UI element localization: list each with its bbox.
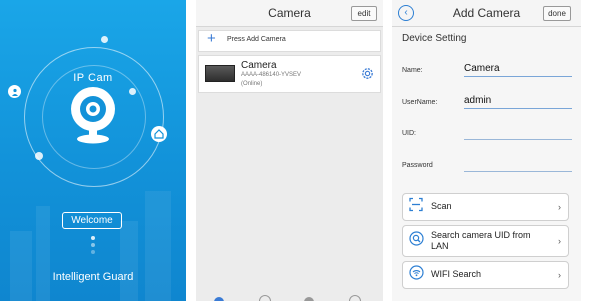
orbit-dot bbox=[129, 88, 136, 95]
lan-search-label: Search camera UID from LAN bbox=[431, 230, 531, 251]
city-building bbox=[145, 191, 171, 301]
uid-label: UID: bbox=[402, 130, 416, 137]
top-bar: ‹ Add Camera done bbox=[392, 0, 581, 27]
page-indicator-dot bbox=[91, 243, 95, 247]
tab-photo-icon[interactable] bbox=[259, 295, 271, 301]
city-building bbox=[120, 221, 138, 301]
camera-list-item[interactable]: Camera AAAA-486140-YVSEV (Online) bbox=[198, 55, 381, 93]
camera-list-screen: Camera edit + Press Add Camera Camera AA… bbox=[196, 0, 383, 301]
add-camera-screen: ‹ Add Camera done Device Setting Name: C… bbox=[392, 0, 581, 301]
orbit-dot bbox=[35, 152, 43, 160]
tab-camera-icon[interactable] bbox=[214, 297, 224, 301]
app-label: IP Cam bbox=[73, 72, 113, 84]
home-orbit-icon bbox=[151, 126, 167, 142]
wifi-icon bbox=[409, 265, 424, 285]
password-label: Password bbox=[402, 162, 433, 169]
bottom-tab-bar bbox=[196, 295, 383, 301]
splash-screen: IP Cam Welcome Intelligent Guard bbox=[0, 0, 186, 301]
scan-icon bbox=[409, 197, 423, 217]
name-label: Name: bbox=[402, 67, 423, 74]
camera-thumbnail bbox=[205, 65, 235, 82]
ip-camera-icon bbox=[64, 84, 122, 146]
welcome-button[interactable]: Welcome bbox=[62, 212, 122, 229]
lan-search-button[interactable]: Search camera UID from LAN › bbox=[402, 225, 569, 257]
orbit-dot bbox=[101, 36, 108, 43]
edit-button[interactable]: edit bbox=[351, 6, 377, 21]
add-camera-row[interactable]: + Press Add Camera bbox=[198, 30, 381, 52]
add-camera-label: Press Add Camera bbox=[227, 36, 286, 43]
uid-field[interactable] bbox=[464, 126, 572, 140]
city-building bbox=[36, 206, 50, 301]
camera-uid: AAAA-486140-YVSEV bbox=[241, 72, 302, 78]
camera-name: Camera bbox=[241, 60, 277, 71]
chevron-right-icon: › bbox=[558, 270, 561, 280]
chevron-right-icon: › bbox=[558, 202, 561, 212]
person-orbit-icon bbox=[8, 85, 21, 98]
tagline: Intelligent Guard bbox=[52, 271, 134, 283]
password-field[interactable] bbox=[464, 158, 572, 172]
username-label: UserName: bbox=[402, 99, 438, 106]
name-field[interactable]: Camera bbox=[464, 63, 572, 77]
city-building bbox=[10, 231, 32, 301]
done-button[interactable]: done bbox=[543, 6, 571, 21]
wifi-search-button[interactable]: WIFI Search › bbox=[402, 261, 569, 289]
scan-button[interactable]: Scan › bbox=[402, 193, 569, 221]
username-field[interactable]: admin bbox=[464, 95, 572, 109]
search-icon bbox=[409, 231, 424, 251]
gear-icon[interactable] bbox=[360, 66, 375, 86]
tab-info-icon[interactable] bbox=[349, 295, 361, 301]
top-bar: Camera edit bbox=[196, 0, 383, 27]
section-title: Device Setting bbox=[402, 33, 467, 44]
scan-label: Scan bbox=[431, 201, 452, 211]
chevron-right-icon: › bbox=[558, 236, 561, 246]
page-indicator-dot bbox=[91, 250, 95, 254]
plus-icon: + bbox=[207, 30, 216, 47]
camera-status: (Online) bbox=[241, 81, 263, 87]
tab-video-icon[interactable] bbox=[304, 297, 314, 301]
page-indicator-dot bbox=[91, 236, 95, 240]
wifi-search-label: WIFI Search bbox=[431, 269, 482, 279]
